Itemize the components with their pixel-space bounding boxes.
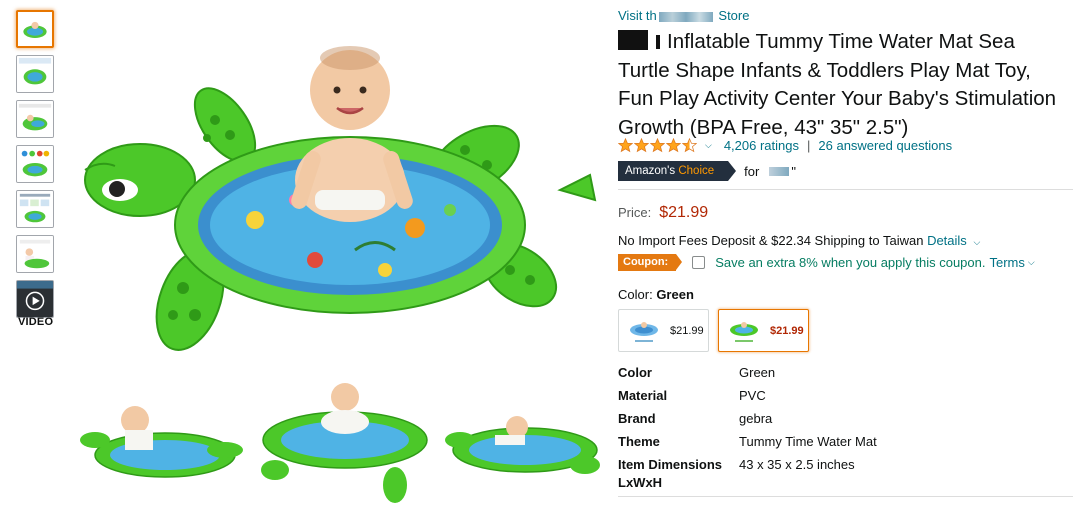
half-star-icon	[682, 138, 697, 153]
coupon-terms-link[interactable]: Terms	[990, 255, 1025, 270]
questions-link[interactable]: 26 answered questions	[818, 138, 952, 153]
star-icon	[666, 138, 681, 153]
spec-key: Item Dimensions LxWxH	[618, 457, 723, 490]
separator: |	[807, 138, 811, 153]
star-rating[interactable]	[618, 138, 697, 153]
spec-key: Theme	[618, 434, 660, 449]
coupon-badge: Coupon:	[618, 254, 683, 271]
keyword-redacted[interactable]	[769, 166, 790, 176]
spec-value: PVC	[739, 388, 766, 403]
swatch-price: $21.99	[670, 324, 704, 337]
star-icon	[650, 138, 665, 153]
spec-value: gebra	[739, 411, 773, 426]
chevron-down-icon[interactable]: ⌵	[1028, 257, 1035, 268]
spec-value: Green	[739, 365, 776, 380]
shipping-row: No Import Fees Deposit & $22.34 Shipping…	[618, 233, 980, 248]
thumbnail-1[interactable]	[16, 10, 54, 48]
shipping-text: No Import Fees Deposit & $22.34 Shipping…	[618, 233, 924, 248]
thumbnail-6[interactable]	[16, 235, 54, 273]
spec-key: Brand	[618, 411, 656, 426]
spec-value: 43 x 35 x 2.5 inches	[739, 457, 855, 472]
chevron-down-icon[interactable]: ⌵	[705, 140, 712, 151]
amazons-choice-badge: Amazon's Choice	[618, 161, 737, 181]
star-icon	[634, 138, 649, 153]
amazons-choice-row: Amazon's Choice for "	[618, 161, 796, 181]
divider	[618, 496, 1073, 497]
brand-redacted-2	[656, 35, 660, 49]
price-value: $21.99	[659, 204, 709, 221]
swatch-blue-image	[630, 321, 658, 342]
color-label: Color:	[618, 287, 653, 302]
thumbnail-2[interactable]	[16, 55, 54, 93]
store-link-prefix: Visit th	[618, 8, 657, 23]
video-label: VIDEO	[18, 316, 54, 328]
price-label: Price:	[618, 205, 652, 220]
store-link[interactable]: Visit th Store	[618, 8, 749, 23]
rating-row: ⌵ 4,206 ratings | 26 answered questions	[618, 138, 952, 153]
coupon-checkbox[interactable]	[692, 256, 706, 269]
star-icon	[618, 138, 633, 153]
thumbnail-video[interactable]	[16, 280, 54, 318]
baby-illustration	[291, 46, 413, 222]
spec-value: Tummy Time Water Mat	[739, 434, 877, 449]
price-row: Price: $21.99	[618, 204, 708, 222]
thumbnail-4[interactable]	[16, 145, 54, 183]
store-link-suffix: Store	[714, 8, 750, 23]
product-title: Inflatable Tummy Time Water Mat Sea Turt…	[618, 28, 1068, 142]
swatch-green-image	[730, 321, 758, 342]
color-value: Green	[656, 287, 694, 302]
chevron-down-icon[interactable]: ⌵	[973, 237, 980, 247]
swatch-blue[interactable]: $21.99	[618, 309, 709, 352]
keyword-quote: "	[791, 163, 796, 179]
badge-highlight: Choice	[678, 165, 715, 177]
swatch-green[interactable]: $21.99	[718, 309, 809, 352]
divider	[618, 189, 1073, 190]
swatch-price: $21.99	[770, 324, 804, 337]
brand-redacted	[618, 30, 648, 50]
badge-prefix: Amazon's	[625, 165, 676, 177]
color-selection-label: Color: Green	[618, 287, 694, 302]
for-label: for	[744, 163, 760, 179]
store-name-redacted	[658, 11, 713, 22]
shipping-details-link[interactable]: Details	[927, 233, 967, 248]
spec-key: Color	[618, 365, 652, 380]
bottom-variants-illustration	[80, 383, 600, 503]
ratings-link[interactable]: 4,206 ratings	[724, 138, 799, 153]
spec-key: Material	[618, 388, 668, 403]
main-product-image[interactable]	[55, 30, 610, 509]
thumbnail-3[interactable]	[16, 100, 54, 138]
product-title-text: Inflatable Tummy Time Water Mat Sea Turt…	[618, 30, 1057, 139]
coupon-text[interactable]: Save an extra 8% when you apply this cou…	[715, 255, 985, 270]
thumbnail-5[interactable]	[16, 190, 54, 228]
coupon-row: Coupon: Save an extra 8% when you apply …	[618, 254, 1035, 271]
